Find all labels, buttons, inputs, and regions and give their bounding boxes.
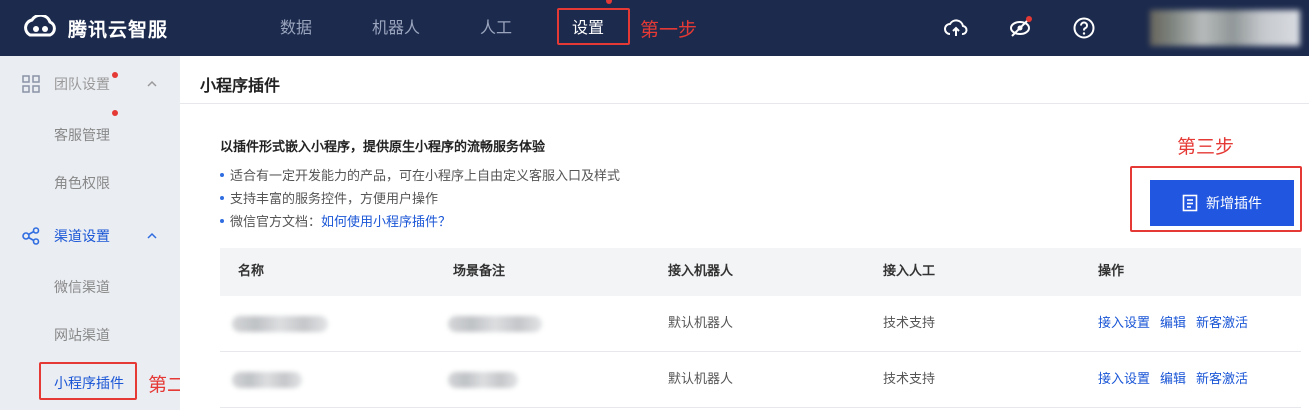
sidebar: 团队设置 客服管理 角色权限 渠道设置 微信渠道 网站渠道 小程序插件	[0, 56, 180, 410]
add-plugin-button[interactable]: 新增插件	[1150, 180, 1294, 226]
column-header-actions: 操作	[1098, 264, 1125, 279]
intro-heading: 以插件形式嵌入小程序，提供原生小程序的流畅服务体验	[220, 140, 546, 155]
column-header-agent: 接入人工	[883, 264, 936, 279]
user-avatar-blurred[interactable]	[1150, 10, 1300, 46]
eye-off-icon[interactable]	[1008, 16, 1032, 40]
document-icon	[1182, 194, 1198, 212]
redacted-name	[232, 372, 302, 388]
step2-highlight-box	[39, 362, 137, 400]
cloud-upload-icon[interactable]	[944, 16, 968, 40]
access-settings-link[interactable]: 接入设置	[1098, 372, 1150, 387]
column-header-name: 名称	[238, 264, 265, 279]
cell-robot: 默认机器人	[668, 316, 734, 331]
table-row: 默认机器人 技术支持 接入设置 编辑 新客激活	[220, 352, 1301, 408]
redacted-scene-note	[448, 372, 518, 388]
step1-highlight-box	[557, 8, 630, 45]
edit-link[interactable]: 编辑	[1160, 372, 1186, 387]
edit-link[interactable]: 编辑	[1160, 316, 1186, 331]
cell-agent: 技术支持	[883, 316, 936, 331]
grid-icon	[22, 75, 40, 93]
chevron-up-icon	[147, 232, 157, 239]
intro-bullet-doc: 微信官方文档：如何使用小程序插件？	[220, 211, 451, 230]
cell-robot: 默认机器人	[668, 372, 734, 387]
redacted-scene-note	[448, 316, 542, 332]
column-header-scene-note: 场景备注	[453, 264, 506, 279]
top-navigation-bar: 腾讯云智服 数据 机器人 人工 设置 第一步	[0, 0, 1309, 56]
column-header-robot: 接入机器人	[668, 264, 734, 279]
add-plugin-label: 新增插件	[1206, 196, 1262, 212]
notification-dot	[112, 72, 118, 78]
nav-manual[interactable]: 人工	[480, 0, 512, 56]
notification-dot	[606, 0, 613, 4]
step1-annotation: 第一步	[640, 19, 698, 41]
logo-text: 腾讯云智服	[68, 18, 169, 41]
sidebar-group-label: 团队设置	[54, 72, 118, 94]
sidebar-group-label: 渠道设置	[54, 229, 110, 245]
help-icon[interactable]	[1072, 16, 1096, 40]
page-title: 小程序插件	[200, 76, 281, 95]
doc-link[interactable]: 如何使用小程序插件？	[321, 215, 451, 230]
nav-data[interactable]: 数据	[280, 0, 312, 56]
table-row: 默认机器人 技术支持 接入设置 编辑 新客激活	[220, 296, 1301, 352]
sidebar-group-channel-settings[interactable]: 渠道设置	[0, 208, 180, 264]
sidebar-item-agent-management[interactable]: 客服管理	[0, 110, 180, 160]
sidebar-group-team-settings[interactable]: 团队设置	[0, 56, 180, 112]
sidebar-item-website-channel[interactable]: 网站渠道	[0, 312, 180, 360]
app-logo[interactable]: 腾讯云智服	[20, 12, 168, 44]
new-customer-activation-link[interactable]: 新客激活	[1196, 372, 1248, 387]
redacted-name	[232, 316, 328, 332]
sidebar-item-wechat-channel[interactable]: 微信渠道	[0, 264, 180, 312]
notification-dot	[112, 110, 118, 116]
access-settings-link[interactable]: 接入设置	[1098, 316, 1150, 331]
step3-annotation: 第三步	[1177, 136, 1235, 158]
sidebar-item-role-permissions[interactable]: 角色权限	[0, 160, 180, 208]
cell-actions: 接入设置 编辑 新客激活	[1098, 352, 1258, 408]
new-customer-activation-link[interactable]: 新客激活	[1196, 316, 1248, 331]
table-header: 名称 场景备注 接入机器人 接入人工 操作	[220, 248, 1301, 296]
cell-actions: 接入设置 编辑 新客激活	[1098, 296, 1258, 352]
main-content: 小程序插件 以插件形式嵌入小程序，提供原生小程序的流畅服务体验 适合有一定开发能…	[180, 56, 1309, 410]
share-nodes-icon	[22, 227, 40, 245]
intro-bullet: 支持丰富的服务控件，方便用户操作	[220, 188, 438, 207]
nav-robot[interactable]: 机器人	[372, 0, 420, 56]
intro-bullet: 适合有一定开发能力的产品，可在小程序上自由定义客服入口及样式	[220, 165, 620, 184]
chevron-up-icon	[147, 80, 157, 87]
cell-agent: 技术支持	[883, 372, 936, 387]
logo-cloud-icon	[24, 15, 56, 37]
divider	[180, 103, 1309, 104]
